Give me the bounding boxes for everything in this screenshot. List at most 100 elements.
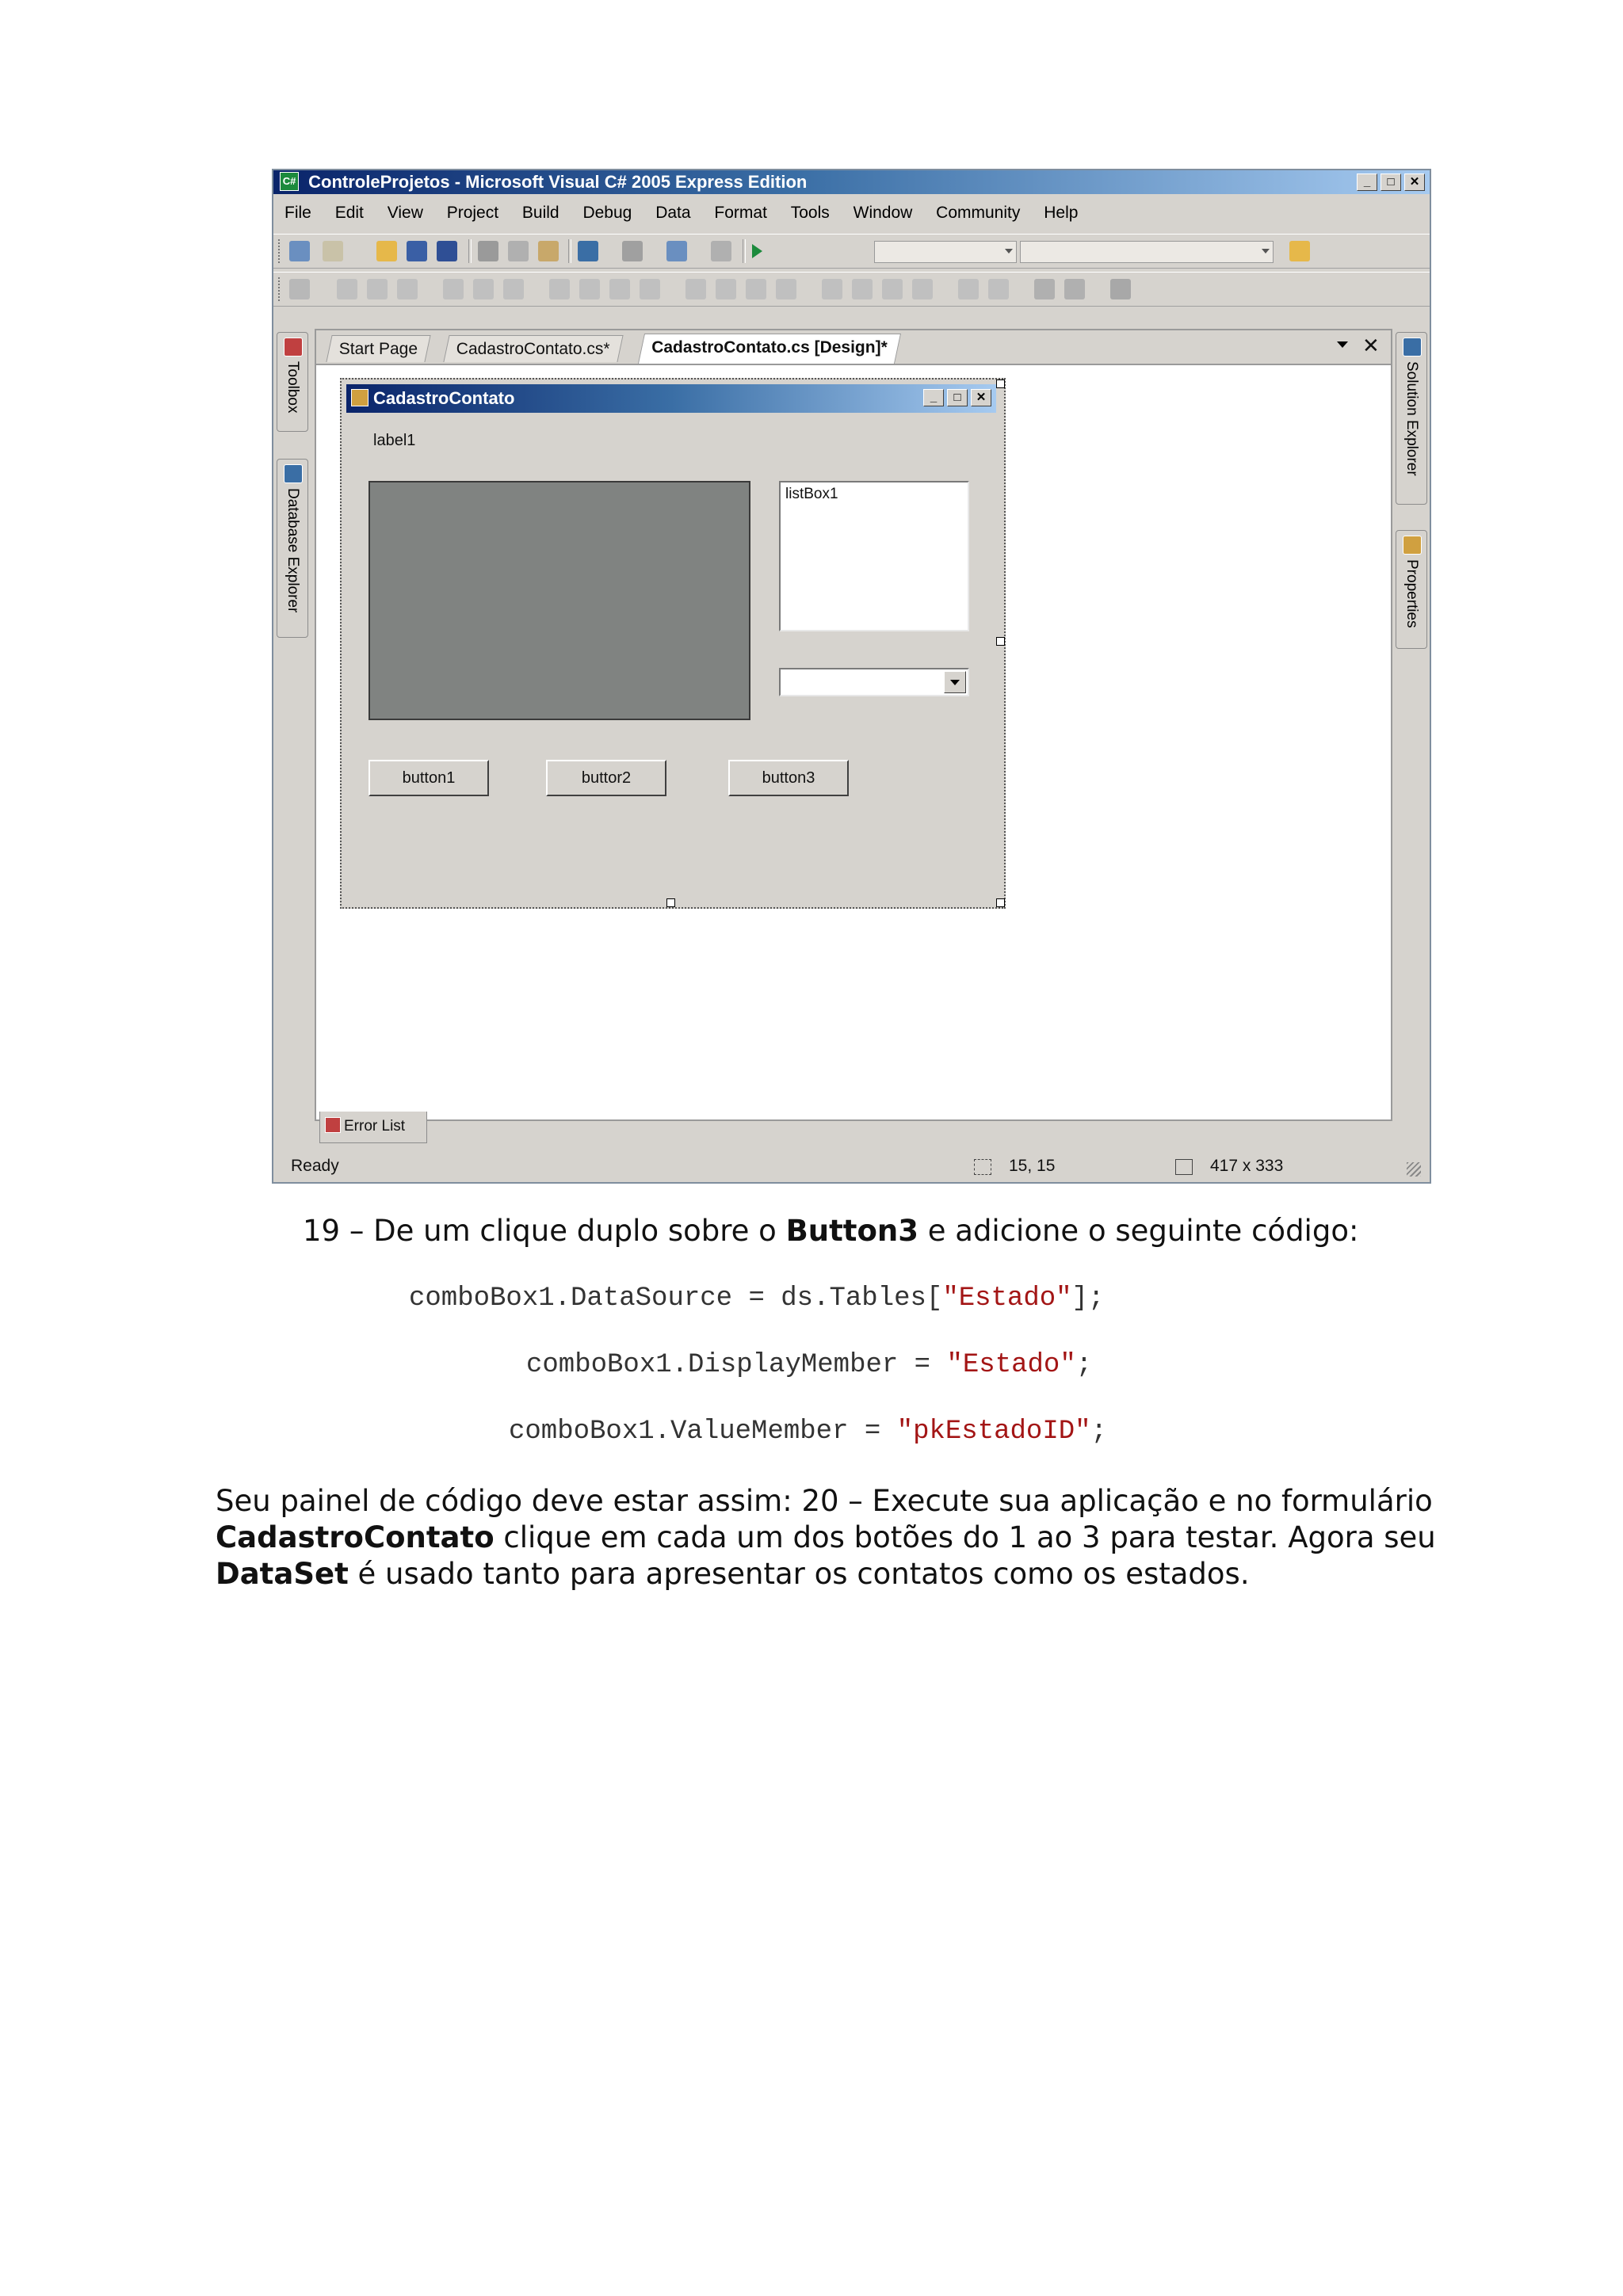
database-icon — [284, 464, 303, 483]
database-explorer-tab[interactable]: Database Explorer — [277, 459, 308, 638]
properties-label: Properties — [1403, 559, 1420, 628]
tab-code-file[interactable]: CadastroContato.cs* — [443, 335, 624, 362]
make-same-size-icon[interactable] — [640, 279, 660, 299]
copy-icon[interactable] — [508, 241, 529, 261]
open-folder-icon[interactable] — [1289, 241, 1310, 261]
close-icon[interactable]: ✕ — [1404, 174, 1425, 191]
align-to-grid-icon[interactable] — [289, 279, 310, 299]
menu-build[interactable]: Build — [522, 199, 559, 227]
form-close-icon[interactable]: ✕ — [971, 389, 991, 406]
increase-vspacing-icon[interactable] — [852, 279, 873, 299]
menu-view[interactable]: View — [388, 199, 423, 227]
resize-handle[interactable] — [996, 379, 1005, 388]
align-rights-icon[interactable] — [397, 279, 418, 299]
window-titlebar: C# ControleProjetos - Microsoft Visual C… — [273, 170, 1430, 194]
form-maximize-icon[interactable]: □ — [947, 389, 968, 406]
resize-handle[interactable] — [996, 637, 1005, 646]
button3-control[interactable]: button3 — [728, 760, 849, 796]
minimize-icon[interactable]: _ — [1357, 174, 1377, 191]
menu-help[interactable]: Help — [1044, 199, 1078, 227]
tab-order-icon[interactable] — [1110, 279, 1131, 299]
solution-explorer-label: Solution Explorer — [1403, 361, 1420, 476]
form-minimize-icon[interactable]: _ — [923, 389, 944, 406]
toolbar-separator — [468, 239, 472, 263]
align-middles-icon[interactable] — [473, 279, 494, 299]
decrease-spacing-icon[interactable] — [746, 279, 766, 299]
csharp-app-icon: C# — [280, 172, 299, 192]
form-icon — [351, 389, 369, 407]
save-all-icon[interactable] — [437, 241, 457, 261]
position-icon — [974, 1159, 991, 1175]
menu-community[interactable]: Community — [936, 199, 1020, 227]
make-same-width-icon[interactable] — [549, 279, 570, 299]
cut-icon[interactable] — [478, 241, 498, 261]
vertical-spacing-icon[interactable] — [822, 279, 842, 299]
code-line-2: comboBox1.DisplayMember = "Estado"; — [526, 1350, 1093, 1380]
paragraph-line-3: DataSet é usado tanto para apresentar os… — [216, 1557, 1250, 1591]
menu-file[interactable]: File — [285, 199, 311, 227]
tab-start-page[interactable]: Start Page — [326, 335, 431, 362]
redo-icon[interactable] — [622, 241, 643, 261]
label1-control[interactable]: label1 — [373, 432, 415, 450]
combobox-control[interactable] — [779, 668, 969, 696]
designer-form[interactable]: CadastroContato _ □ ✕ label1 listBox1 bu… — [340, 378, 1006, 909]
error-list-label: Error List — [344, 1118, 406, 1135]
open-file-icon[interactable] — [376, 241, 397, 261]
add-item-icon[interactable] — [323, 241, 343, 261]
save-icon[interactable] — [407, 241, 427, 261]
new-project-icon[interactable] — [289, 241, 310, 261]
make-same-height-icon[interactable] — [609, 279, 630, 299]
center-horizontally-icon[interactable] — [958, 279, 979, 299]
menu-window[interactable]: Window — [854, 199, 913, 227]
align-centers-icon[interactable] — [367, 279, 388, 299]
menu-tools[interactable]: Tools — [791, 199, 830, 227]
start-debugging-icon[interactable] — [752, 244, 762, 258]
close-tab-icon[interactable]: ✕ — [1362, 334, 1380, 358]
menu-data[interactable]: Data — [655, 199, 690, 227]
resize-handle[interactable] — [666, 898, 675, 907]
toolbox-tab[interactable]: Toolbox — [277, 332, 308, 432]
paragraph-line-2: CadastroContato clique em cada um dos bo… — [216, 1520, 1436, 1554]
button1-control[interactable]: button1 — [369, 760, 489, 796]
remove-spacing-icon[interactable] — [776, 279, 796, 299]
solution-config-dropdown[interactable] — [874, 241, 1017, 263]
center-vertically-icon[interactable] — [988, 279, 1009, 299]
maximize-icon[interactable]: □ — [1381, 174, 1401, 191]
horizontal-spacing-icon[interactable] — [685, 279, 706, 299]
undo-icon[interactable] — [578, 241, 598, 261]
menu-debug[interactable]: Debug — [582, 199, 632, 227]
resize-handle[interactable] — [996, 898, 1005, 907]
error-list-tab[interactable]: Error List — [319, 1112, 427, 1143]
align-bottoms-icon[interactable] — [503, 279, 524, 299]
align-tops-icon[interactable] — [443, 279, 464, 299]
button2-control[interactable]: buttor2 — [546, 760, 666, 796]
tab-list-dropdown-icon[interactable] — [1337, 341, 1348, 348]
properties-tab[interactable]: Properties — [1396, 530, 1427, 649]
menu-project[interactable]: Project — [447, 199, 498, 227]
menu-edit[interactable]: Edit — [335, 199, 364, 227]
listbox-control[interactable]: listBox1 — [779, 481, 969, 631]
remove-vspacing-icon[interactable] — [912, 279, 933, 299]
paste-icon[interactable] — [538, 241, 559, 261]
menu-format[interactable]: Format — [714, 199, 767, 227]
properties-icon — [1403, 536, 1422, 555]
solution-explorer-tab[interactable]: Solution Explorer — [1396, 332, 1427, 505]
find-icon[interactable] — [711, 241, 731, 261]
resize-grip-icon[interactable] — [1407, 1162, 1421, 1177]
tab-designer[interactable]: CadastroContato.cs [Design]* — [637, 334, 901, 364]
align-lefts-icon[interactable] — [337, 279, 357, 299]
bring-to-front-icon[interactable] — [1034, 279, 1055, 299]
size-to-grid-icon[interactable] — [579, 279, 600, 299]
window-controls: _ □ ✕ — [1357, 174, 1425, 193]
increase-spacing-icon[interactable] — [716, 279, 736, 299]
platform-dropdown[interactable] — [1020, 241, 1274, 263]
standard-toolbar — [273, 234, 1430, 269]
toolbar-grip[interactable] — [278, 239, 283, 263]
form-title: CadastroContato — [373, 388, 515, 408]
chevron-down-icon[interactable] — [944, 671, 966, 693]
decrease-vspacing-icon[interactable] — [882, 279, 903, 299]
toolbar-grip[interactable] — [278, 277, 283, 301]
send-to-back-icon[interactable] — [1064, 279, 1085, 299]
panel-control[interactable] — [369, 481, 750, 720]
navigate-icon[interactable] — [666, 241, 687, 261]
